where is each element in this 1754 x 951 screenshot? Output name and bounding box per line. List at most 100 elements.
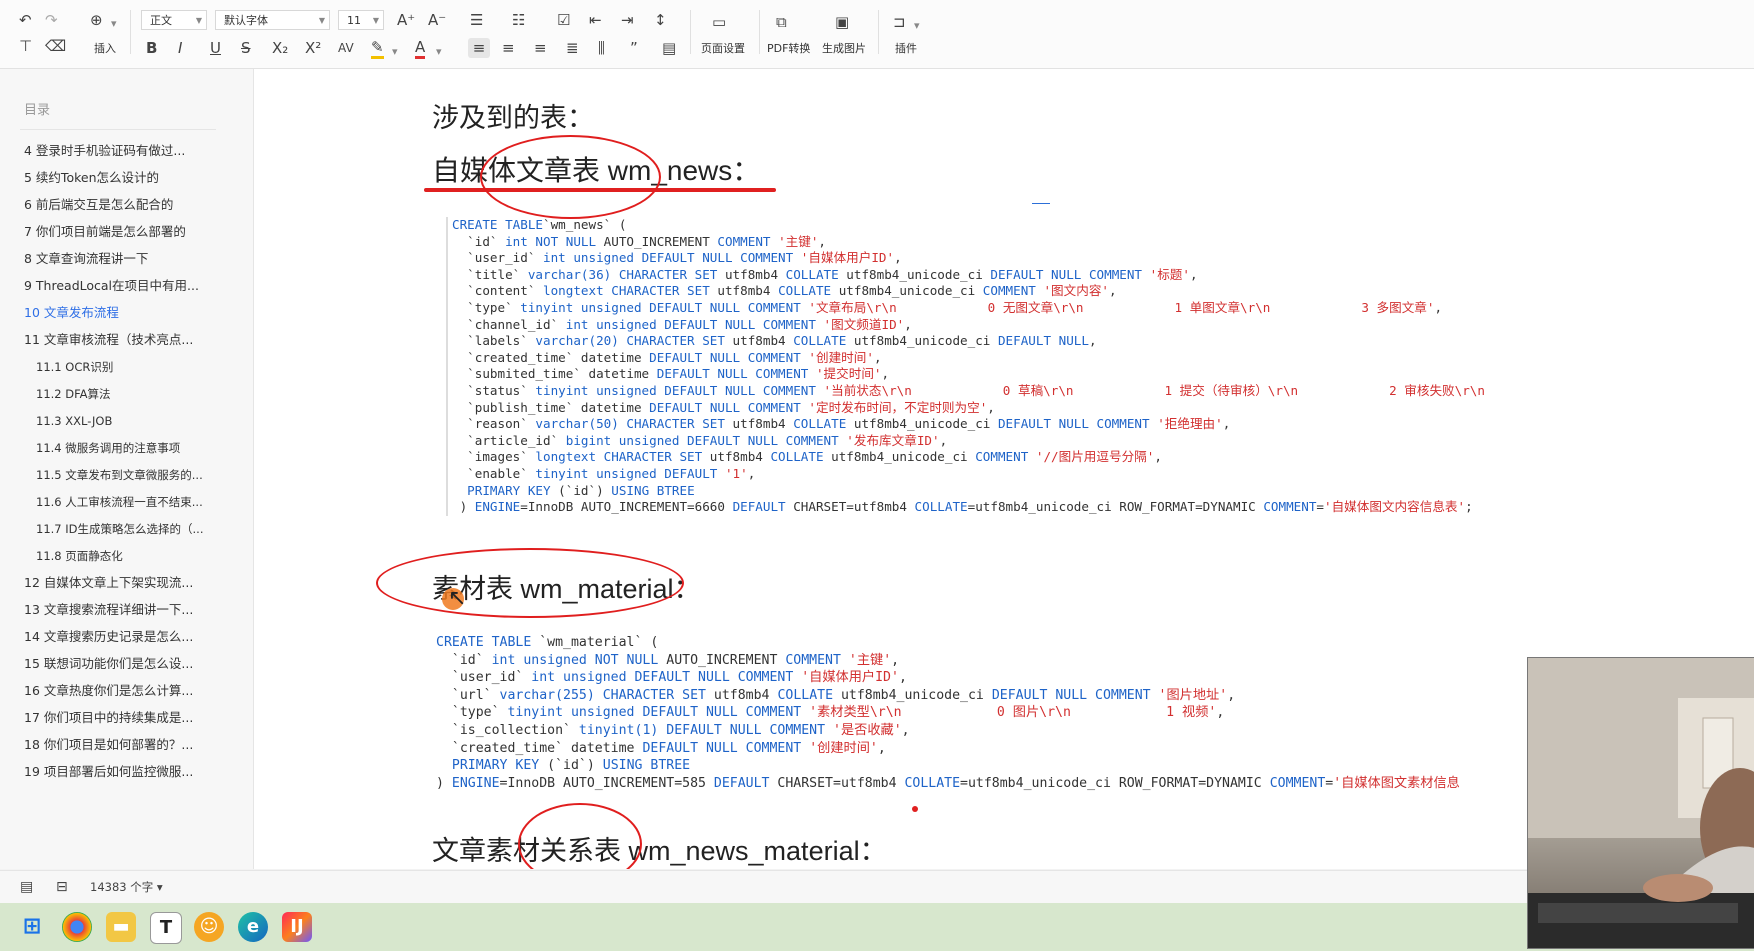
edge-icon[interactable]: e	[238, 912, 268, 942]
toc-item[interactable]: 6 前后端交互是怎么配合的	[0, 196, 264, 214]
toc-item[interactable]: 15 联想词功能你们是怎么设...	[0, 655, 264, 673]
toc-item[interactable]: 16 文章热度你们是怎么计算...	[0, 682, 264, 700]
code-token: )	[452, 499, 475, 515]
pdf-icon[interactable]: ⧉	[776, 12, 787, 32]
font-select[interactable]: 默认字体 ▼	[215, 10, 330, 30]
format-painter-icon[interactable]: ⊤	[19, 36, 32, 56]
code-token: DEFAULT NULL COMMENT	[991, 687, 1151, 703]
code-token: COLLATE	[793, 416, 847, 432]
page-view-icon[interactable]: ⊟	[56, 877, 68, 897]
toc-item[interactable]: 11.8 页面静态化	[0, 547, 276, 565]
webcam-video	[1528, 658, 1754, 948]
app-icon[interactable]: ☺	[194, 912, 224, 942]
toc-item[interactable]: 7 你们项目前端是怎么部署的	[0, 223, 264, 241]
page-setup-label[interactable]: 页面设置	[701, 40, 745, 56]
chevron-down-icon[interactable]: ▾	[392, 42, 398, 62]
chevron-down-icon[interactable]: ▾	[436, 42, 442, 62]
toc-item[interactable]: 17 你们项目中的持续集成是...	[0, 709, 264, 727]
justify-icon[interactable]: ≣	[566, 38, 579, 58]
code-token: ,	[1109, 283, 1117, 299]
font-shrink-icon[interactable]: A⁻	[428, 10, 446, 30]
font-grow-icon[interactable]: A⁺	[397, 10, 415, 30]
code-token: ,	[891, 652, 900, 668]
taskbar: ⊞ ▬ T ☺ e IJ	[0, 903, 1754, 951]
plugin-label[interactable]: 插件	[895, 40, 917, 56]
toc-item[interactable]: 11.1 OCR识别	[0, 358, 276, 376]
code-token: COMMENT	[1263, 499, 1317, 515]
webcam-overlay	[1527, 657, 1754, 949]
page-setup-icon[interactable]: ▭	[712, 12, 726, 32]
toc-item[interactable]: 5 续约Token怎么设计的	[0, 169, 264, 187]
style-select[interactable]: 正文 ▼	[141, 10, 207, 30]
code-block-wm-news[interactable]: CREATE TABLE`wm_news` ( `id` int NOT NUL…	[446, 217, 1485, 516]
toc-item[interactable]: 14 文章搜索历史记录是怎么...	[0, 628, 264, 646]
undo-icon[interactable]: ↶	[19, 10, 32, 30]
font-color-icon[interactable]: A	[415, 37, 426, 59]
char-spacing-icon[interactable]: AV	[338, 38, 354, 58]
align-left-icon[interactable]: ≡	[468, 38, 490, 58]
quote-icon[interactable]: ”	[630, 38, 638, 58]
toc-item[interactable]: 13 文章搜索流程详细讲一下...	[0, 601, 264, 619]
file-explorer-icon[interactable]: ▬	[106, 912, 136, 942]
toc-item[interactable]: 12 自媒体文章上下架实现流...	[0, 574, 264, 592]
code-token: COLLATE	[777, 687, 834, 703]
toc-sidebar: 目录 4 登录时手机验证码有做过... 5 续约Token怎么设计的 6 前后端交互…	[0, 69, 254, 869]
bullet-list-icon[interactable]: ☰	[470, 10, 483, 30]
superscript-icon[interactable]: X²	[305, 38, 321, 58]
outline-icon[interactable]: ▤	[20, 877, 33, 897]
plugin-icon[interactable]: ⊐	[893, 12, 906, 32]
image-icon[interactable]: ▣	[835, 12, 849, 32]
toc-item[interactable]: 11.5 文章发布到文章微服务的...	[0, 466, 276, 484]
code-token: ,	[881, 366, 890, 382]
toc-item[interactable]: 8 文章查询流程讲一下	[0, 250, 264, 268]
toc-item[interactable]: 10 文章发布流程	[0, 304, 264, 322]
word-count[interactable]: 14383 个字 ▾	[90, 879, 163, 895]
code-line: `channel_id` int unsigned DEFAULT NULL C…	[452, 317, 1485, 334]
indent-icon[interactable]: ⇥	[621, 10, 634, 30]
pdf-label[interactable]: PDF转换	[767, 40, 810, 56]
toc-item[interactable]: 11.3 XXL-JOB	[0, 412, 276, 430]
size-select[interactable]: 11 ▼	[338, 10, 384, 30]
underline-icon[interactable]: U	[210, 38, 221, 58]
intellij-icon[interactable]: IJ	[282, 912, 312, 942]
distribute-icon[interactable]: ⫼	[598, 38, 605, 58]
checklist-icon[interactable]: ☑	[557, 10, 570, 30]
paragraph-icon[interactable]: ▤	[662, 38, 676, 58]
code-token: int unsigned NOT NULL	[491, 652, 659, 668]
insert-label[interactable]: 插入	[94, 40, 116, 56]
toc-item[interactable]: 11 文章审核流程（技术亮点...	[0, 331, 264, 349]
redo-icon[interactable]: ↷	[45, 10, 58, 30]
code-token: USING BTREE	[602, 758, 691, 774]
toc-item[interactable]: 11.4 微服务调用的注意事项	[0, 439, 276, 457]
toc-item[interactable]: 11.6 人工审核流程一直不结束...	[0, 493, 276, 511]
insert-dropdown-arrow[interactable]: ▾	[111, 14, 117, 34]
bold-icon[interactable]: B	[146, 38, 157, 58]
strikethrough-icon[interactable]: S	[241, 38, 251, 58]
subscript-icon[interactable]: X₂	[272, 38, 288, 58]
image-label[interactable]: 生成图片	[822, 40, 866, 56]
code-token: (`id`)	[550, 482, 612, 498]
toc-item[interactable]: 9 ThreadLocal在项目中有用...	[0, 277, 264, 295]
toc-item[interactable]: 11.7 ID生成策略怎么选择的（...	[0, 520, 276, 538]
toc-item[interactable]: 18 你们项目是如何部署的？...	[0, 736, 264, 754]
toc-item[interactable]: 4 登录时手机验证码有做过...	[0, 142, 264, 160]
toc-item[interactable]: 11.2 DFA算法	[0, 385, 276, 403]
insert-icon[interactable]: ⊕	[90, 10, 103, 30]
line-spacing-icon[interactable]: ↕	[654, 10, 667, 30]
code-block-wm-material[interactable]: CREATE TABLE `wm_material` ( `id` int un…	[436, 634, 1460, 792]
align-center-icon[interactable]: ≡	[502, 38, 515, 58]
italic-icon[interactable]: I	[178, 38, 182, 58]
highlight-icon[interactable]: ✎	[371, 37, 384, 59]
code-token: PRIMARY KEY	[452, 482, 551, 498]
numbered-list-icon[interactable]: ☷	[512, 10, 525, 30]
chevron-down-icon[interactable]: ▾	[914, 16, 920, 36]
eraser-icon[interactable]: ⌫	[45, 36, 66, 56]
toc-item[interactable]: 19 项目部署后如何监控微服...	[0, 763, 264, 781]
code-token: =	[1316, 499, 1324, 515]
windows-start-icon[interactable]: ⊞	[17, 912, 47, 942]
chrome-icon[interactable]	[62, 912, 92, 942]
outdent-icon[interactable]: ⇤	[589, 10, 602, 30]
code-token: '提交时间'	[808, 366, 882, 382]
align-right-icon[interactable]: ≡	[534, 38, 547, 58]
typora-icon[interactable]: T	[150, 912, 182, 944]
